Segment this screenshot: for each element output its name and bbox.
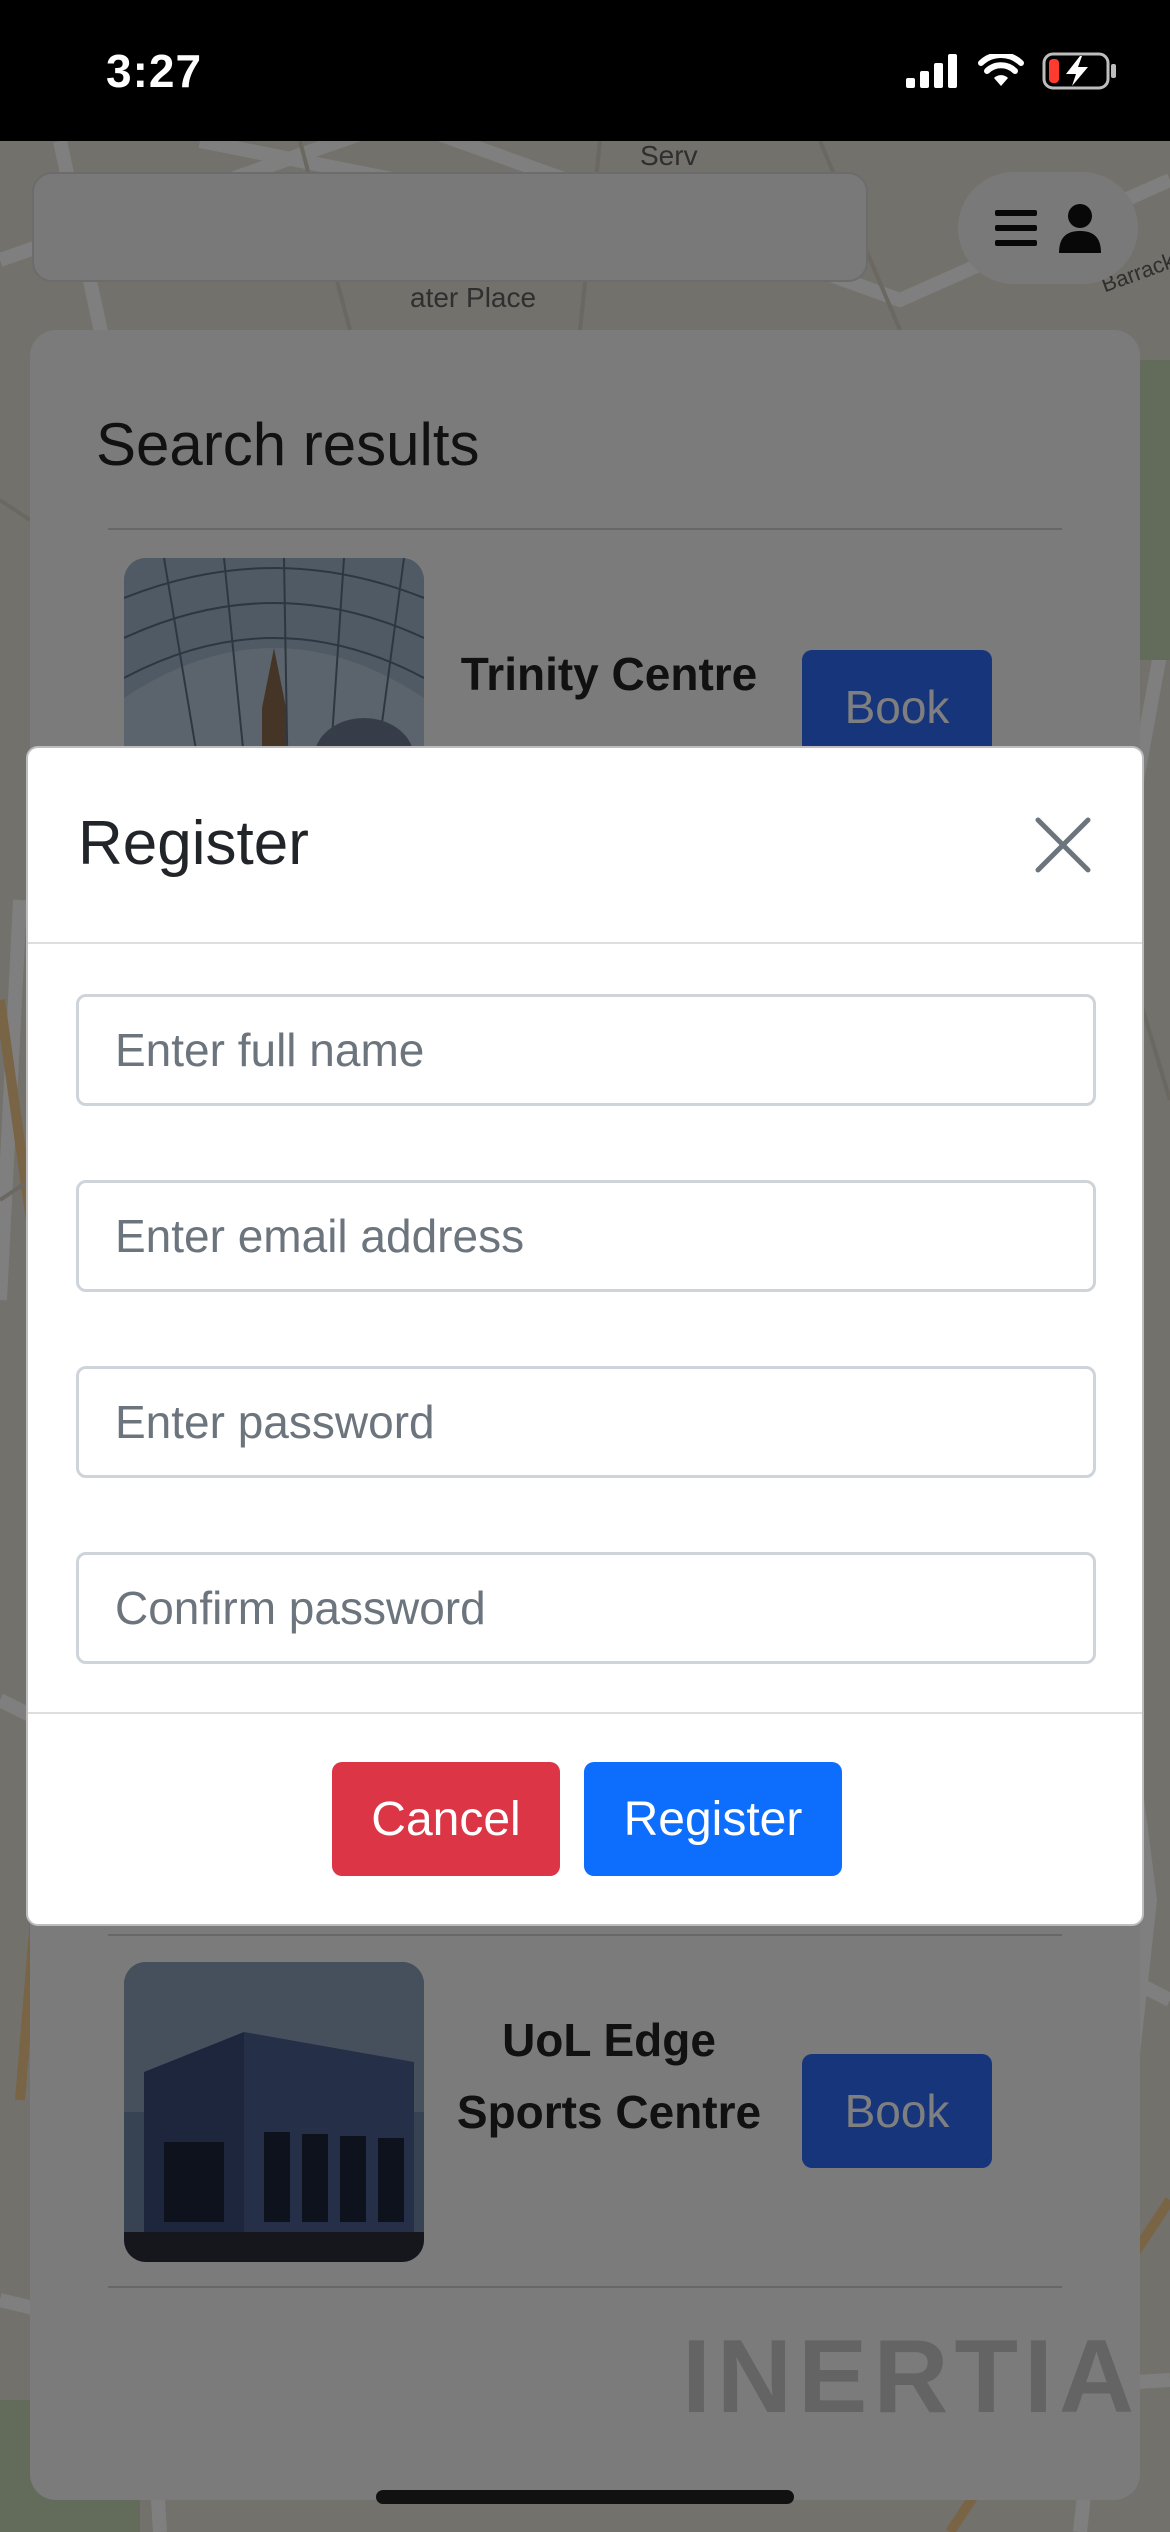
battery-charging-icon: [1042, 52, 1116, 90]
status-bar: 3:27: [0, 0, 1170, 141]
close-icon[interactable]: [1028, 810, 1098, 880]
register-button[interactable]: Register: [584, 1762, 842, 1876]
password-field[interactable]: [76, 1366, 1096, 1478]
register-modal: Register Cancel Register: [26, 746, 1144, 1926]
cancel-button[interactable]: Cancel: [332, 1762, 560, 1876]
modal-footer: Cancel Register: [28, 1712, 1142, 1926]
status-time: 3:27: [106, 45, 203, 97]
modal-title: Register: [78, 809, 309, 878]
cellular-signal-icon: [906, 54, 957, 88]
modal-header: Register: [28, 748, 1142, 944]
wifi-icon: [978, 54, 1024, 86]
confirm-password-field[interactable]: [76, 1552, 1096, 1664]
email-field[interactable]: [76, 1180, 1096, 1292]
home-indicator[interactable]: [376, 2490, 794, 2504]
status-icons: [906, 52, 1118, 90]
full-name-field[interactable]: [76, 994, 1096, 1106]
